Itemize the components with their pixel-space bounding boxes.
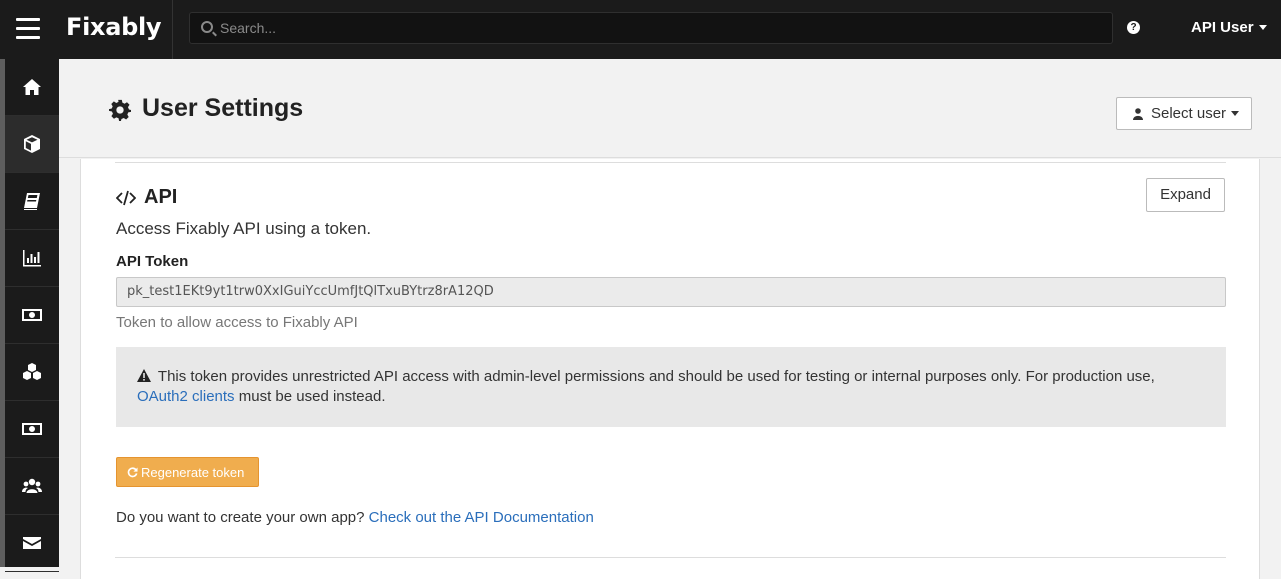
- home-icon: [23, 79, 41, 95]
- api-token-field[interactable]: pk_test1EKt9yt1trw0XxIGuiYccUmfJtQlTxuBY…: [116, 277, 1226, 307]
- user-menu-dropdown[interactable]: API User: [1191, 19, 1267, 36]
- user-icon: [1133, 107, 1143, 120]
- regenerate-token-button[interactable]: Regenerate token: [116, 457, 259, 487]
- select-user-label: Select user: [1151, 105, 1227, 122]
- users-icon: [22, 478, 42, 493]
- code-icon: [116, 190, 136, 205]
- divider: [115, 557, 1226, 558]
- top-navbar: Fixably ? API User: [0, 0, 1281, 59]
- sidebar-item-payments[interactable]: [5, 401, 59, 458]
- select-user-button[interactable]: Select user: [1116, 97, 1252, 130]
- sidebar-item-sales[interactable]: [5, 287, 59, 344]
- warning-alert: This token provides unrestricted API acc…: [116, 347, 1226, 427]
- divider: [115, 162, 1226, 163]
- bar-chart-icon: [23, 250, 41, 267]
- book-icon: [24, 193, 40, 210]
- money-icon: [22, 423, 42, 435]
- sidebar-item-reports[interactable]: [5, 230, 59, 287]
- api-token-label: API Token: [116, 253, 189, 270]
- menu-icon[interactable]: [16, 18, 40, 40]
- api-documentation-link[interactable]: Check out the API Documentation: [369, 509, 594, 526]
- app-question-text: Do you want to create your own app?: [116, 509, 365, 526]
- section-title-label: API: [144, 186, 178, 208]
- sidebar-item-products[interactable]: [5, 116, 59, 173]
- sidebar-item-messages[interactable]: [5, 515, 59, 572]
- api-token-help: Token to allow access to Fixably API: [116, 314, 358, 331]
- warning-icon: [137, 369, 151, 382]
- brand-logo[interactable]: Fixably: [66, 13, 162, 41]
- sidebar-item-catalog[interactable]: [5, 173, 59, 230]
- refresh-icon: [127, 466, 138, 477]
- page-header: User Settings Select user: [59, 59, 1281, 158]
- sidebar-item-users[interactable]: [5, 458, 59, 515]
- money-icon: [22, 309, 42, 321]
- caret-down-icon: [1258, 25, 1267, 30]
- question-circle-icon[interactable]: ?: [1127, 21, 1140, 34]
- cube-icon: [24, 135, 40, 153]
- api-settings-panel: API Expand Access Fixably API using a to…: [80, 159, 1260, 579]
- app-question: Do you want to create your own app? Chec…: [116, 509, 594, 526]
- warning-text-end: must be used instead.: [238, 388, 386, 405]
- search-icon: [201, 21, 213, 33]
- envelope-icon: [23, 537, 41, 549]
- sidebar-item-inventory[interactable]: [5, 344, 59, 401]
- page-title: User Settings: [142, 94, 304, 122]
- expand-button[interactable]: Expand: [1146, 178, 1225, 212]
- section-title: API: [116, 186, 177, 209]
- caret-down-icon: [1231, 111, 1240, 116]
- regenerate-token-label: Regenerate token: [141, 464, 245, 480]
- navbar-divider: [172, 0, 173, 59]
- warning-text: This token provides unrestricted API acc…: [157, 368, 1155, 385]
- section-description: Access Fixably API using a token.: [116, 219, 372, 238]
- search-input[interactable]: [220, 13, 1100, 43]
- user-menu-label: API User: [1191, 19, 1254, 36]
- sidebar-item-home[interactable]: [5, 59, 59, 116]
- cubes-icon: [23, 363, 41, 380]
- oauth2-clients-link[interactable]: OAuth2 clients: [137, 388, 235, 405]
- gear-icon: [109, 99, 131, 121]
- search-box[interactable]: [189, 12, 1113, 44]
